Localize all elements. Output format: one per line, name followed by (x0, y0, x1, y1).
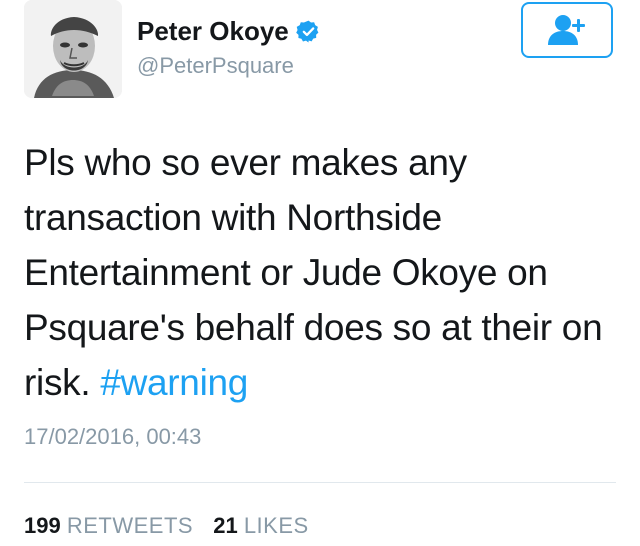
likes-stat[interactable]: 21 LIKES (213, 513, 308, 539)
retweets-label: RETWEETS (66, 513, 194, 538)
verified-badge-icon (295, 19, 321, 44)
likes-label: LIKES (243, 513, 309, 538)
retweets-stat[interactable]: 199 RETWEETS (24, 513, 193, 539)
follow-button[interactable] (521, 2, 613, 58)
avatar[interactable] (24, 0, 122, 98)
retweets-count: 199 (24, 513, 61, 538)
tweet-text: Pls who so ever makes any transaction wi… (24, 135, 614, 410)
tweet-stats: 199 RETWEETS 21 LIKES (24, 513, 309, 539)
tweet-card: Peter Okoye @PeterPsquare Pls who so eve… (0, 0, 640, 546)
author-name-row[interactable]: Peter Okoye (137, 16, 321, 47)
tweet-timestamp[interactable]: 17/02/2016, 00:43 (24, 424, 201, 450)
author-name[interactable]: Peter Okoye (137, 16, 289, 47)
likes-count: 21 (213, 513, 238, 538)
divider (24, 482, 616, 483)
hashtag-link[interactable]: #warning (100, 362, 248, 403)
author-handle[interactable]: @PeterPsquare (137, 53, 294, 79)
avatar-illustration (24, 0, 122, 98)
add-user-icon (548, 15, 585, 45)
